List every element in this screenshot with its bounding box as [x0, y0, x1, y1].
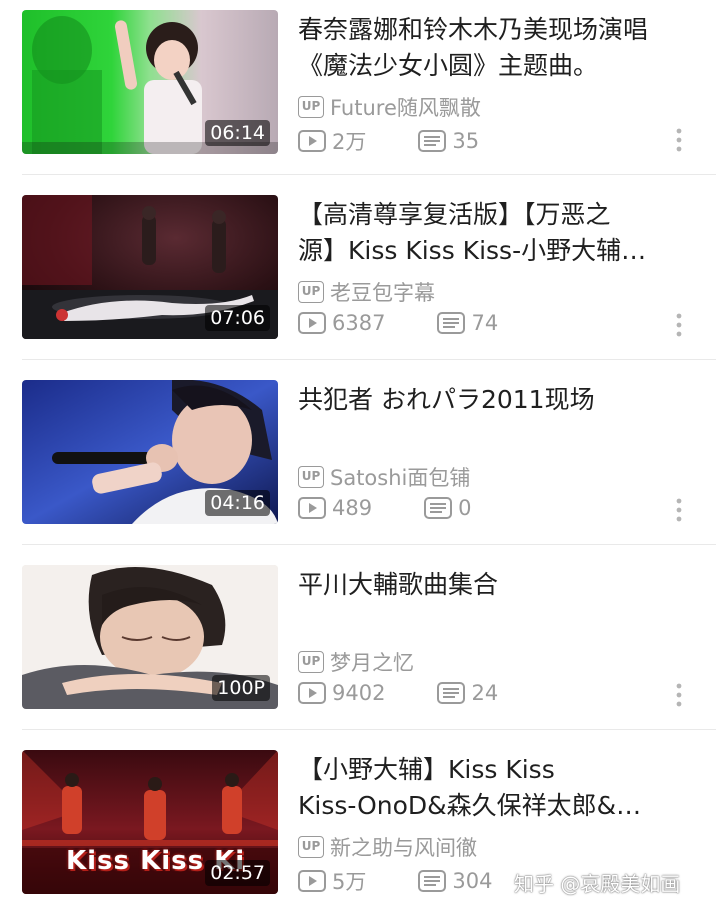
danmaku-count-value: 24 [471, 681, 499, 705]
stats-row: 489 0 [298, 496, 471, 520]
danmaku-count-value: 74 [471, 311, 499, 335]
uploader-name: Satoshi面包铺 [330, 466, 471, 490]
uploader-name: 梦月之忆 [330, 651, 414, 675]
play-icon [298, 312, 326, 334]
danmaku-count: 74 [437, 311, 498, 335]
danmaku-icon [418, 870, 447, 892]
video-title[interactable]: 【高清尊享复活版】【万恶之 源】Kiss Kiss Kiss-小野大辅… [298, 197, 698, 269]
play-icon [298, 870, 326, 892]
view-count: 6387 [298, 311, 385, 335]
video-duration: 04:16 [205, 490, 270, 516]
danmaku-icon [424, 497, 453, 519]
danmaku-count: 35 [418, 129, 479, 153]
view-count-value: 2万 [332, 130, 367, 154]
video-thumbnail[interactable]: 100P [22, 565, 278, 709]
view-count: 489 [298, 496, 372, 520]
up-badge-icon: UP [298, 651, 324, 673]
uploader-row[interactable]: UP Future随风飘散 [298, 92, 481, 122]
video-thumbnail[interactable]: Kiss Kiss Ki 02:57 [22, 750, 278, 894]
video-title[interactable]: 【小野大辅】Kiss Kiss Kiss-OnoD&森久保祥太郎&… [298, 752, 698, 824]
video-item[interactable]: 07:06 【高清尊享复活版】【万恶之 源】Kiss Kiss Kiss-小野大… [0, 185, 716, 369]
view-count-value: 489 [332, 496, 373, 520]
video-title-line: 《魔法少女小圆》主题曲。 [298, 51, 599, 80]
video-duration: 06:14 [205, 120, 270, 146]
stats-row: 2万 35 [298, 126, 479, 156]
video-thumbnail[interactable]: 04:16 [22, 380, 278, 524]
uploader-row[interactable]: UP 老豆包字幕 [298, 277, 435, 307]
view-count-value: 9402 [332, 681, 386, 705]
more-vertical-icon[interactable] [668, 126, 690, 154]
video-item[interactable]: 04:16 共犯者 おれパラ2011现场 UP Satoshi面包铺 489 0 [0, 370, 716, 554]
up-badge-icon: UP [298, 836, 324, 858]
divider [22, 359, 716, 360]
watermark: 知乎 @哀殿美如画 [514, 872, 681, 896]
video-title[interactable]: 平川大輔歌曲集合 [298, 567, 698, 603]
video-title-line: 【小野大辅】Kiss Kiss [298, 755, 555, 784]
danmaku-count: 24 [437, 681, 498, 705]
view-count-value: 5万 [332, 870, 367, 894]
uploader-row[interactable]: UP 新之助与风间徹 [298, 832, 477, 862]
video-thumbnail[interactable]: 06:14 [22, 10, 278, 154]
play-icon [298, 682, 326, 704]
more-vertical-icon[interactable] [668, 311, 690, 339]
danmaku-count: 0 [424, 496, 471, 520]
video-item[interactable]: 06:14 春奈露娜和铃木木乃美现场演唱 《魔法少女小圆》主题曲。 UP Fut… [0, 0, 716, 184]
view-count: 9402 [298, 681, 385, 705]
view-count: 5万 [298, 866, 366, 896]
video-duration: 02:57 [205, 860, 270, 886]
video-title-line: 源】Kiss Kiss Kiss-小野大辅… [298, 236, 647, 265]
danmaku-count-value: 304 [452, 869, 493, 893]
video-item[interactable]: 100P 平川大輔歌曲集合 UP 梦月之忆 9402 24 [0, 555, 716, 739]
view-count: 2万 [298, 126, 366, 156]
video-title-line: Kiss-OnoD&森久保祥太郎&… [298, 791, 642, 820]
video-title-line: 【高清尊享复活版】【万恶之 [298, 200, 611, 229]
danmaku-count-value: 35 [452, 129, 480, 153]
divider [22, 729, 716, 730]
video-list: 06:14 春奈露娜和铃木木乃美现场演唱 《魔法少女小圆》主题曲。 UP Fut… [0, 0, 716, 912]
more-vertical-icon[interactable] [668, 496, 690, 524]
video-title[interactable]: 共犯者 おれパラ2011现场 [298, 382, 698, 418]
stats-row: 5万 304 [298, 866, 492, 896]
video-duration: 07:06 [205, 305, 270, 331]
danmaku-count: 304 [418, 869, 492, 893]
uploader-name: Future随风飘散 [330, 96, 481, 120]
video-title-line: 春奈露娜和铃木木乃美现场演唱 [298, 15, 649, 44]
divider [22, 544, 716, 545]
up-badge-icon: UP [298, 96, 324, 118]
video-thumbnail[interactable]: 07:06 [22, 195, 278, 339]
uploader-row[interactable]: UP 梦月之忆 [298, 647, 414, 677]
play-icon [298, 497, 326, 519]
play-icon [298, 130, 326, 152]
danmaku-icon [437, 682, 466, 704]
uploader-row[interactable]: UP Satoshi面包铺 [298, 462, 470, 492]
danmaku-count-value: 0 [458, 496, 472, 520]
view-count-value: 6387 [332, 311, 386, 335]
danmaku-icon [437, 312, 466, 334]
up-badge-icon: UP [298, 466, 324, 488]
video-duration: 100P [212, 675, 270, 701]
divider [22, 174, 716, 175]
stats-row: 9402 24 [298, 681, 498, 705]
video-title[interactable]: 春奈露娜和铃木木乃美现场演唱 《魔法少女小圆》主题曲。 [298, 12, 698, 84]
danmaku-icon [418, 130, 447, 152]
video-title-line: 共犯者 おれパラ2011现场 [298, 385, 595, 414]
up-badge-icon: UP [298, 281, 324, 303]
uploader-name: 新之助与风间徹 [330, 836, 477, 860]
more-vertical-icon[interactable] [668, 681, 690, 709]
stats-row: 6387 74 [298, 311, 498, 335]
video-title-line: 平川大輔歌曲集合 [298, 570, 499, 599]
uploader-name: 老豆包字幕 [330, 281, 435, 305]
